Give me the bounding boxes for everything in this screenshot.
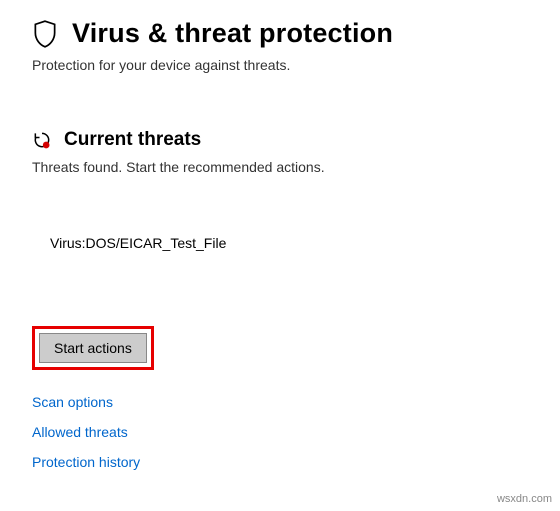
scan-options-link[interactable]: Scan options xyxy=(32,394,113,410)
page-title: Virus & threat protection xyxy=(72,18,393,49)
start-actions-button[interactable]: Start actions xyxy=(39,333,147,363)
start-actions-highlight: Start actions xyxy=(32,326,154,370)
page-subtitle: Protection for your device against threa… xyxy=(32,57,528,73)
links-group: Scan options Allowed threats Protection … xyxy=(32,394,528,470)
allowed-threats-link[interactable]: Allowed threats xyxy=(32,424,128,440)
page-header: Virus & threat protection xyxy=(32,18,528,49)
watermark: wsxdn.com xyxy=(497,493,552,505)
shield-icon xyxy=(32,19,58,49)
threat-item[interactable]: Virus:DOS/EICAR_Test_File xyxy=(50,235,528,251)
current-threats-subtitle: Threats found. Start the recommended act… xyxy=(32,159,528,175)
protection-history-link[interactable]: Protection history xyxy=(32,454,140,470)
history-alert-icon xyxy=(32,130,52,150)
current-threats-title: Current threats xyxy=(64,129,201,151)
current-threats-header: Current threats xyxy=(32,129,528,151)
